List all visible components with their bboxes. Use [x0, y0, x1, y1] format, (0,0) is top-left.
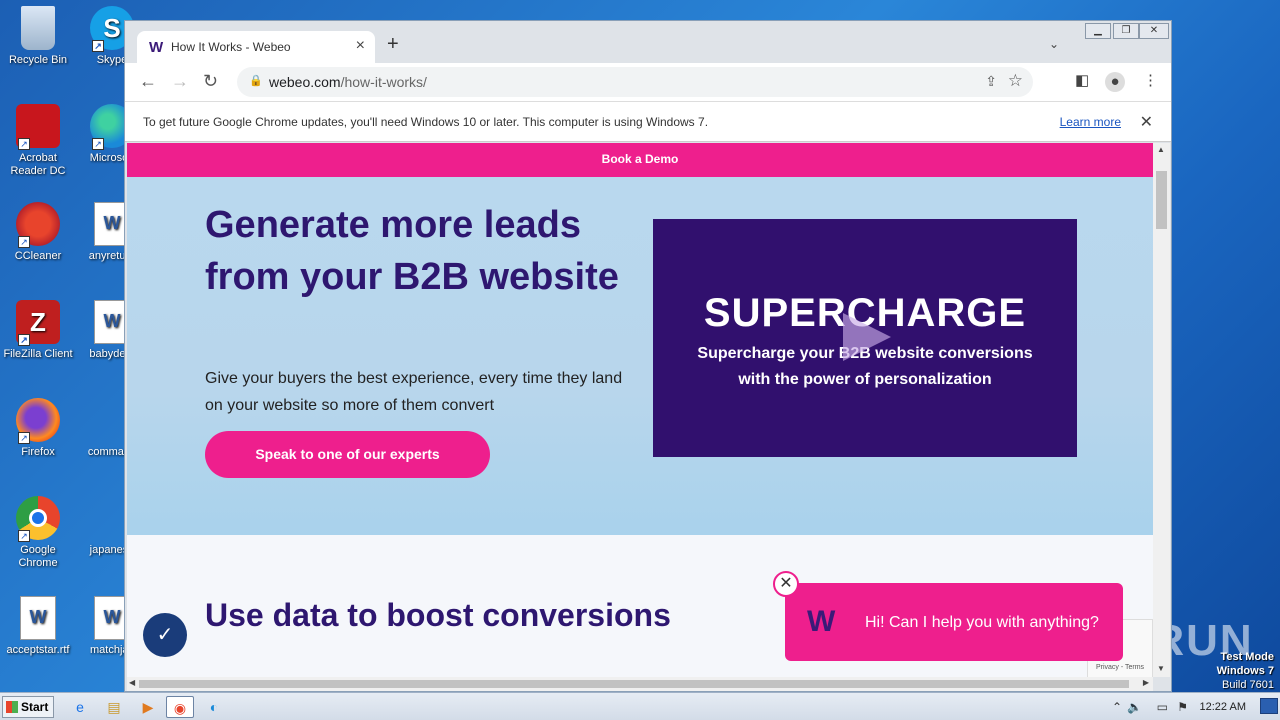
url-text: webeo.com/how-it-works/	[269, 74, 427, 90]
chat-widget[interactable]: W Hi! Can I help you with anything?	[785, 583, 1123, 661]
book-a-demo-bar[interactable]: Book a Demo	[127, 143, 1153, 177]
firefox-icon: ↗	[16, 398, 60, 444]
data-check-icon: ✓	[143, 613, 187, 657]
tab-how-it-works[interactable]: W How It Works - Webeo ×	[137, 31, 375, 63]
video-subtitle-line: with the power of personalization	[738, 371, 992, 388]
filezilla-icon: Z ↗	[16, 300, 60, 346]
desktop-icon-label: Skype	[96, 54, 128, 66]
desktop-icon-filezilla[interactable]: Z ↗ FileZilla Client	[0, 300, 76, 361]
address-bar[interactable]: 🔒 webeo.com/how-it-works/ ⇪ ☆	[237, 67, 1033, 97]
bookmark-star-icon[interactable]: ☆	[1008, 71, 1023, 91]
learn-more-link[interactable]: Learn more	[1060, 115, 1121, 129]
speak-to-expert-button[interactable]: Speak to one of our experts	[205, 431, 490, 478]
desktop-icon-label: Firefox	[21, 446, 55, 458]
watermark-line: Test Mode	[1220, 651, 1274, 663]
scroll-right-icon[interactable]: ▶	[1143, 678, 1149, 687]
desktop-icon-label: FileZilla Client	[3, 348, 73, 360]
section-title: Use data to boost conversions	[205, 597, 671, 633]
new-tab-button[interactable]: +	[387, 33, 399, 56]
tab-strip: W How It Works - Webeo × + ⌄ ▁ ❐ ✕	[125, 21, 1171, 63]
url-host: webeo.com	[269, 74, 341, 90]
close-tab-icon[interactable]: ×	[356, 37, 365, 55]
scroll-thumb[interactable]	[1156, 171, 1167, 229]
desktop-icon-firefox[interactable]: ↗ Firefox	[0, 398, 76, 459]
show-desktop-button[interactable]	[1260, 698, 1278, 714]
restore-button[interactable]: ❐	[1113, 23, 1139, 39]
internet-explorer-icon[interactable]: e	[66, 696, 94, 718]
edge-taskbar-icon[interactable]: ◐	[200, 696, 228, 718]
watermark-line: Build 7601	[1222, 679, 1274, 691]
ccleaner-icon: ↗	[16, 202, 60, 248]
promo-video[interactable]: SUPERCHARGE Supercharge your B2B website…	[653, 219, 1077, 457]
show-hidden-icons-icon[interactable]: ⌃	[1112, 700, 1122, 714]
webeo-favicon-icon: W	[149, 39, 164, 56]
desktop-icon-ccleaner[interactable]: ↗ CCleaner	[0, 202, 76, 263]
back-arrow-icon[interactable]: ←	[139, 71, 157, 92]
close-infobar-icon[interactable]: ✕	[1140, 112, 1153, 132]
windows-watermark: Test Mode Windows 7 Build 7601	[1217, 650, 1274, 692]
chat-message: Hi! Can I help you with anything?	[865, 614, 1099, 631]
update-infobar: To get future Google Chrome updates, you…	[125, 101, 1171, 142]
watermark-line: Windows 7	[1216, 665, 1274, 677]
share-icon[interactable]: ⇪	[985, 73, 997, 90]
hero-section: Generate more leads from your B2B websit…	[127, 177, 1153, 535]
browser-window: W How It Works - Webeo × + ⌄ ▁ ❐ ✕ ← → ↻…	[124, 20, 1172, 692]
page-viewport: Book a Demo Generate more leads from you…	[127, 143, 1153, 677]
desktop-icon-label: Google Chrome	[18, 544, 58, 569]
speaker-icon[interactable]: 🔈	[1127, 700, 1142, 714]
desktop-icon-acrobat[interactable]: ↗ Acrobat Reader DC	[0, 104, 76, 178]
infobar-message: To get future Google Chrome updates, you…	[143, 115, 709, 129]
menu-kebab-icon[interactable]: ⋮	[1143, 71, 1158, 89]
hscroll-thumb[interactable]	[139, 680, 1129, 688]
desktop-icon-recycle-bin[interactable]: Recycle Bin	[0, 6, 76, 67]
url-path: /how-it-works/	[340, 74, 427, 90]
acrobat-icon: ↗	[16, 104, 60, 150]
side-panel-icon[interactable]: ◧	[1075, 71, 1089, 89]
file-explorer-icon[interactable]: ▤	[100, 696, 128, 718]
horizontal-scrollbar[interactable]: ◀ ▶	[127, 677, 1153, 691]
tab-title: How It Works - Webeo	[171, 40, 291, 54]
word-doc-icon: W	[20, 596, 56, 640]
clock[interactable]: 12:22 AM	[1200, 701, 1246, 713]
scroll-down-icon[interactable]: ▼	[1157, 664, 1165, 673]
desktop-icon-label: CCleaner	[14, 250, 62, 262]
desktop-icon-label: Recycle Bin	[8, 54, 68, 66]
network-icon[interactable]: ▭	[1157, 700, 1168, 714]
desktop-icon-label: acceptstar.rtf	[6, 644, 70, 656]
vertical-scrollbar[interactable]: ▲ ▼	[1153, 143, 1170, 677]
desktop-icon-acceptstar[interactable]: W acceptstar.rtf	[0, 596, 76, 657]
media-player-icon[interactable]: ▶	[134, 696, 162, 718]
lock-icon[interactable]: 🔒	[249, 74, 263, 87]
profile-avatar-icon[interactable]: ●	[1105, 72, 1125, 92]
reload-icon[interactable]: ↻	[203, 71, 218, 92]
action-center-flag-icon[interactable]: ⚑	[1177, 700, 1188, 714]
chat-close-icon[interactable]: ✕	[773, 571, 799, 597]
tab-search-chevron-icon[interactable]: ⌄	[1049, 37, 1059, 51]
chrome-taskbar-icon[interactable]: ◉	[166, 696, 194, 718]
browser-toolbar: ← → ↻ 🔒 webeo.com/how-it-works/ ⇪ ☆ ◧ ● …	[125, 63, 1171, 101]
scroll-up-icon[interactable]: ▲	[1157, 145, 1165, 154]
chrome-icon: ↗	[16, 496, 60, 542]
desktop-icon-chrome[interactable]: ↗ Google Chrome	[0, 496, 76, 570]
webeo-logo-icon: W	[807, 605, 836, 638]
scroll-left-icon[interactable]: ◀	[129, 678, 135, 687]
close-window-button[interactable]: ✕	[1139, 23, 1169, 39]
recycle-bin-icon	[21, 6, 55, 50]
play-icon[interactable]	[843, 313, 891, 361]
hero-title: Generate more leads from your B2B websit…	[205, 204, 619, 298]
windows-flag-icon	[6, 701, 18, 713]
start-button[interactable]: Start	[2, 696, 54, 718]
minimize-button[interactable]: ▁	[1085, 23, 1111, 39]
hero-text: Give your buyers the best experience, ev…	[205, 370, 623, 414]
taskbar: Start e ▤ ▶ ◉ ◐ ⌃ 🔈 ▭ ⚑ 12:22 AM	[0, 692, 1280, 720]
desktop-icon-label: Acrobat Reader DC	[10, 152, 66, 177]
start-label: Start	[21, 700, 49, 714]
forward-arrow-icon[interactable]: →	[171, 71, 189, 92]
